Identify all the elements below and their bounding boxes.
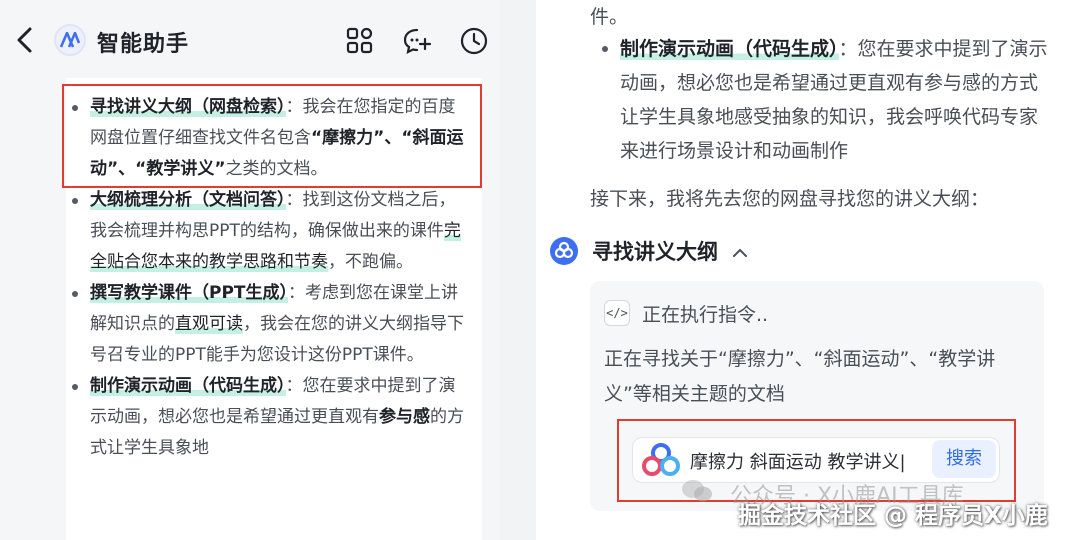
item-heading: 制作演示动画（代码生成） xyxy=(620,38,839,60)
assistant-logo-icon xyxy=(54,24,86,56)
apps-grid-icon[interactable] xyxy=(345,26,375,56)
list-item: 大纲梳理分析（文档问答）：找到这份文档之后，我会梳理并构思PPT的结构，确保做出… xyxy=(70,185,470,278)
item-separator: ： xyxy=(285,190,303,210)
executing-description: 正在寻找关于“摩擦力”、“斜面运动”、“教学讲义”等相关主题的文档 xyxy=(604,348,996,405)
chat-panel-left: 智能助手 寻找讲义大纲（网盘检索）：我会在您指定的百度网盘位置仔细查找文件名包含… xyxy=(0,0,500,540)
item-emphasis: 参与感 xyxy=(379,407,430,427)
item-separator: ： xyxy=(288,283,306,303)
chevron-up-icon[interactable] xyxy=(731,247,749,259)
step-title-label: 寻找讲义大纲 xyxy=(592,240,718,264)
highlight-box xyxy=(62,84,482,188)
list-item: 制作演示动画（代码生成）：您在要求中提到了演示动画，想必您也是希望通过更直观有参… xyxy=(70,371,470,464)
list-item: 撰写教学课件（PPT生成）：考虑到您在课堂上讲解知识点的直观可读，我会在您的讲义… xyxy=(70,278,470,371)
item-heading: 撰写教学课件（PPT生成） xyxy=(90,283,289,303)
netdisk-logo-icon xyxy=(550,237,578,265)
item-emphasis: 直观可读 xyxy=(175,314,243,334)
step-title[interactable]: 寻找讲义大纲 xyxy=(592,236,749,266)
code-icon: </> xyxy=(604,300,630,326)
back-arrow-icon[interactable] xyxy=(12,24,40,56)
text-fragment: 件。 xyxy=(590,6,629,28)
chat-header: 智能助手 xyxy=(0,0,500,80)
list-item: 制作演示动画（代码生成）：您在要求中提到了演示动画，想必您也是希望通过更直观有参… xyxy=(600,32,1050,168)
item-separator: ： xyxy=(838,38,858,60)
next-step-text: 接下来，我将先去您的网盘寻找您的讲义大纲： xyxy=(590,188,990,210)
history-clock-icon[interactable] xyxy=(459,26,489,56)
item-text-end: ，不跑偏。 xyxy=(328,252,413,272)
new-chat-icon[interactable] xyxy=(402,26,432,56)
executing-label: 正在执行指令.. xyxy=(642,304,769,326)
bullet-dot xyxy=(602,46,608,52)
item-heading: 大纲梳理分析（文档问答） xyxy=(90,190,286,210)
page-title: 智能助手 xyxy=(97,32,190,57)
item-heading: 制作演示动画（代码生成） xyxy=(90,376,286,396)
wechat-logo-icon xyxy=(682,480,712,502)
item-separator: ： xyxy=(285,376,303,396)
watermark-juejin: 掘金技术社区 @ 程序员X小鹿 xyxy=(738,503,1048,529)
